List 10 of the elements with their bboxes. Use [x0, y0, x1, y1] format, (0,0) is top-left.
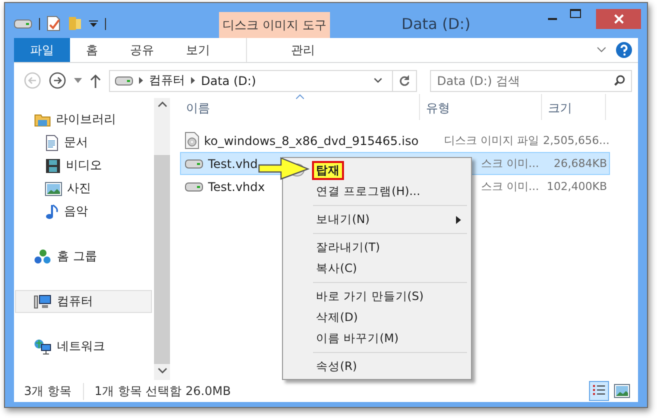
window-title: Data (D:): [400, 14, 472, 33]
file-size: 2,505,656...: [543, 134, 607, 147]
file-type: 디스크 이미지 파일: [443, 133, 540, 148]
file-size: 26,684KB: [552, 157, 607, 170]
file-type: 스크 이미...: [480, 156, 540, 171]
contextual-tab-group: 디스크 이미지 도구: [219, 12, 330, 38]
file-size: 102,400KB: [546, 180, 607, 193]
selection-info: 1개 항목 선택함 26.0MB: [94, 382, 231, 400]
item-count: 3개 항목: [24, 382, 84, 400]
file-type: 스크 이미...: [480, 179, 540, 194]
